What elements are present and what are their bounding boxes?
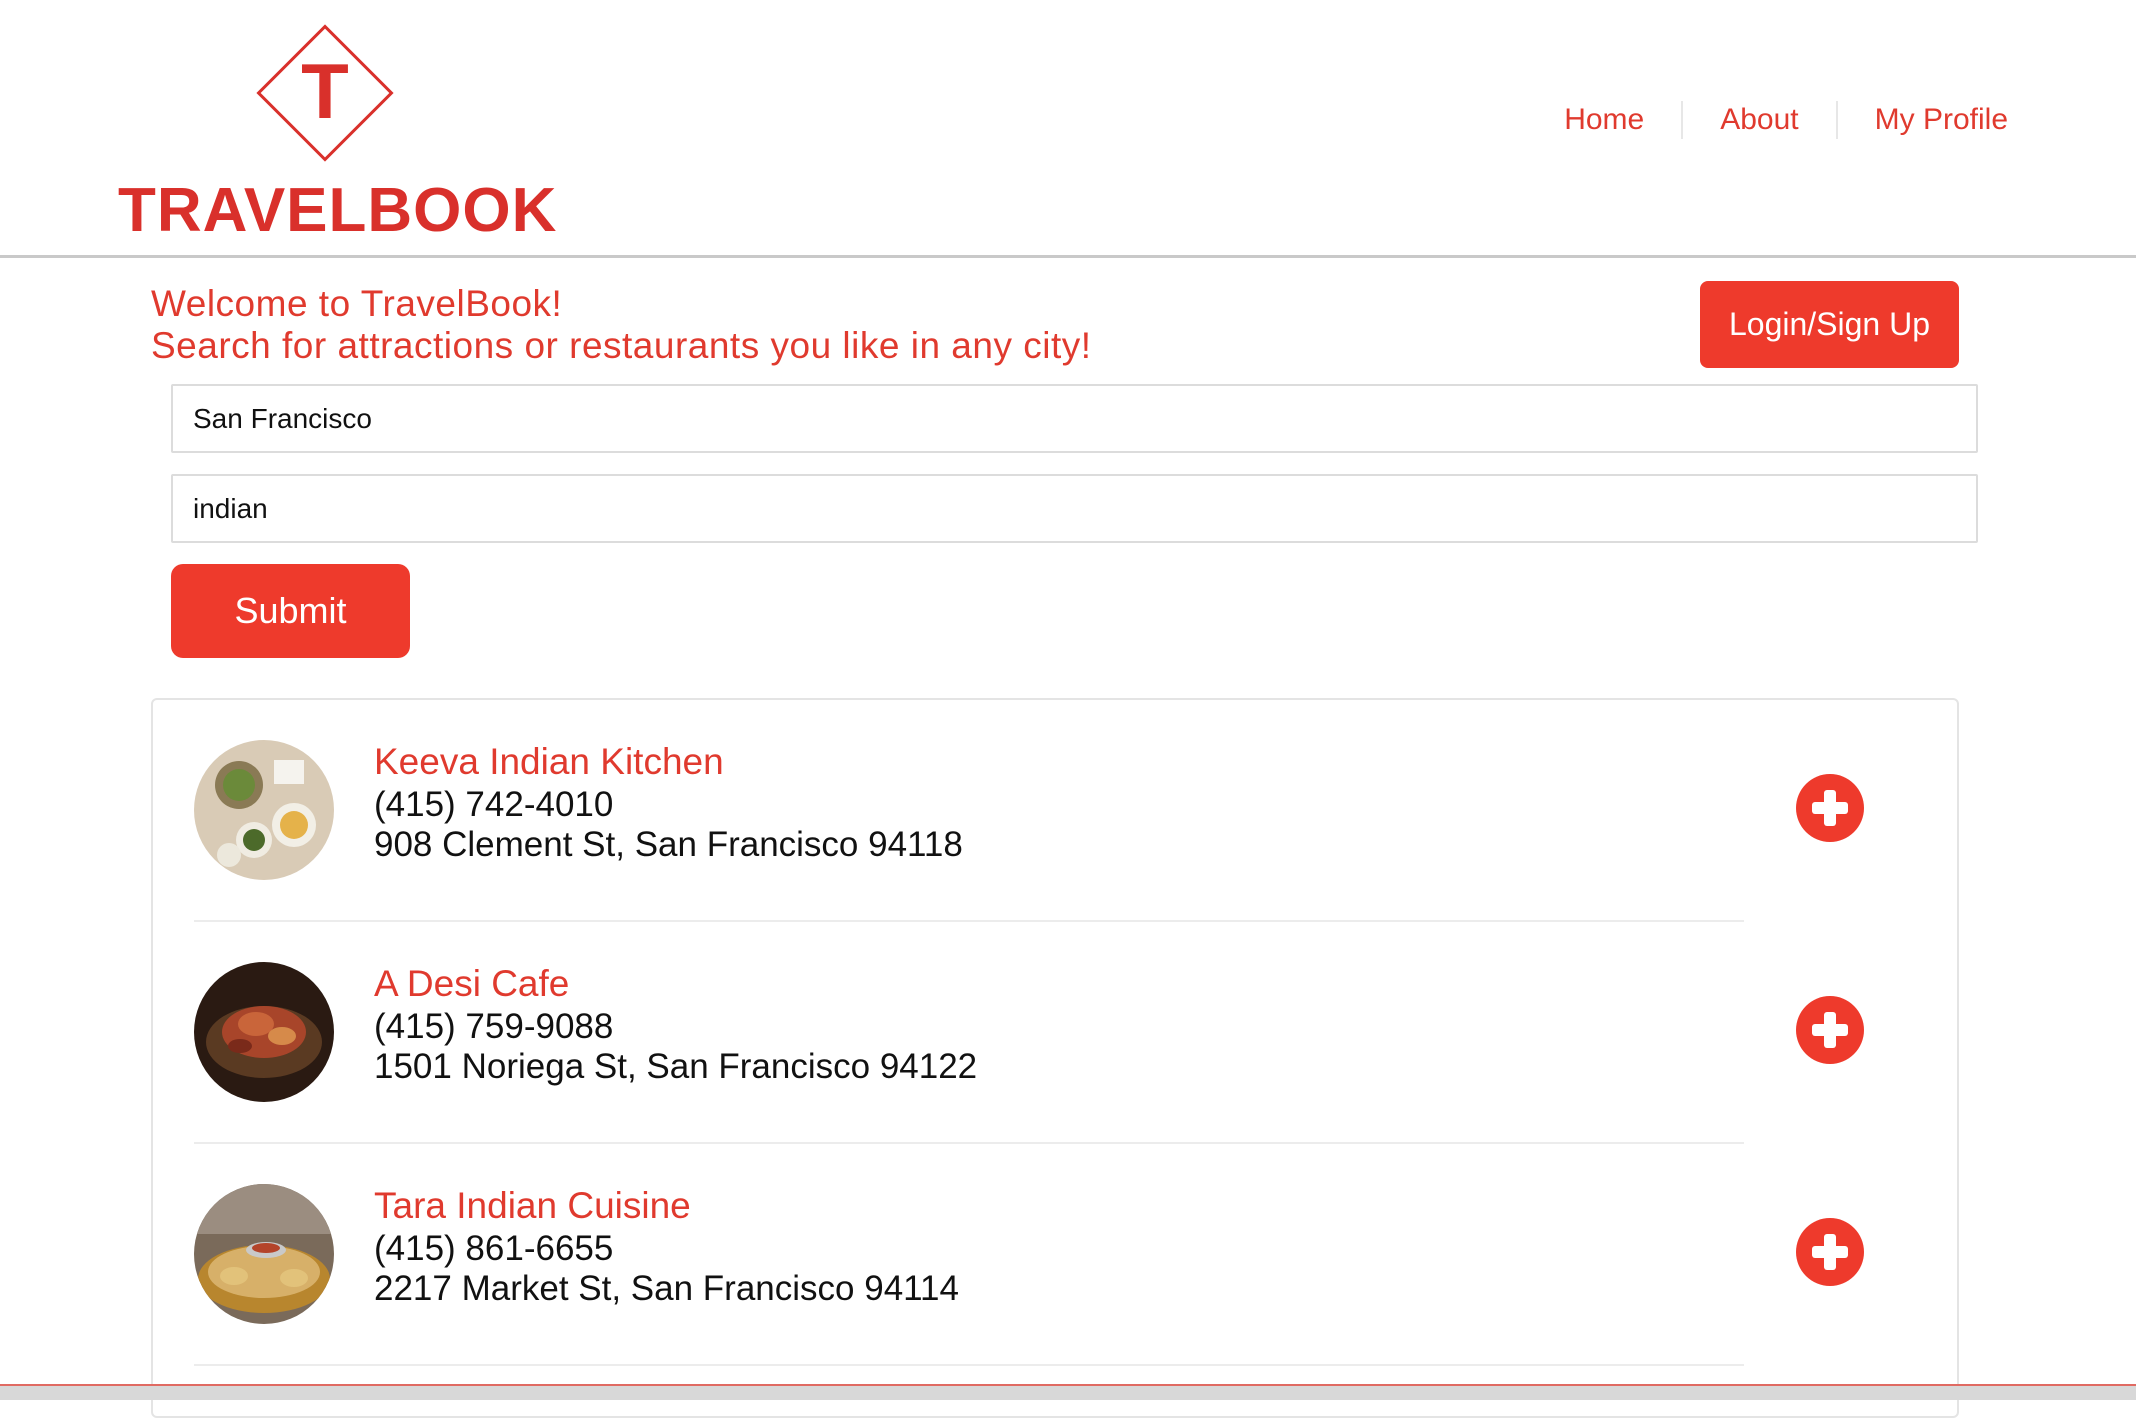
logo-wordmark: TRAVELBOOK [118,176,558,245]
restaurant-name[interactable]: A Desi Cafe [374,962,569,1006]
login-signup-button[interactable]: Login/Sign Up [1700,281,1959,368]
result-item: A Desi Cafe (415) 759-9088 1501 Noriega … [194,922,1744,1144]
welcome-message: Welcome to TravelBook! Search for attrac… [151,283,1092,367]
restaurant-address: 2217 Market St, San Francisco 94114 [374,1269,959,1308]
nav-my-profile[interactable]: My Profile [1838,100,2008,140]
city-input[interactable] [171,384,1978,453]
logo-diamond-icon: T [256,24,394,162]
restaurant-name[interactable]: Keeva Indian Kitchen [374,740,724,784]
results-panel: Keeva Indian Kitchen (415) 742-4010 908 … [151,698,1959,1418]
nav-about[interactable]: About [1683,100,1835,140]
result-item: Keeva Indian Kitchen (415) 742-4010 908 … [194,700,1744,922]
add-icon[interactable] [1796,996,1864,1064]
restaurant-address: 908 Clement St, San Francisco 94118 [374,825,963,864]
nav-home[interactable]: Home [1527,100,1681,140]
submit-button[interactable]: Submit [171,564,410,658]
restaurant-phone: (415) 861-6655 [374,1229,614,1268]
restaurant-phone: (415) 759-9088 [374,1007,614,1046]
restaurant-photo-icon [194,1184,334,1324]
restaurant-photo-icon [194,740,334,880]
window-bottom-edge [0,1384,2136,1400]
welcome-title: Welcome to TravelBook! [151,283,563,324]
restaurant-name[interactable]: Tara Indian Cuisine [374,1184,691,1228]
svg-text:T: T [301,47,349,135]
search-term-input[interactable] [171,474,1978,543]
travelbook-logo[interactable]: T TRAVELBOOK [118,8,556,248]
welcome-subtitle: Search for attractions or restaurants yo… [151,325,1092,366]
main-nav: Home About My Profile [1527,100,2008,140]
restaurant-photo-icon [194,962,334,1102]
add-icon[interactable] [1796,1218,1864,1286]
restaurant-phone: (415) 742-4010 [374,785,614,824]
result-item: Tara Indian Cuisine (415) 861-6655 2217 … [194,1144,1744,1366]
restaurant-address: 1501 Noriega St, San Francisco 94122 [374,1047,978,1086]
add-icon[interactable] [1796,774,1864,842]
site-header: T TRAVELBOOK Home About My Profile [0,0,2136,258]
